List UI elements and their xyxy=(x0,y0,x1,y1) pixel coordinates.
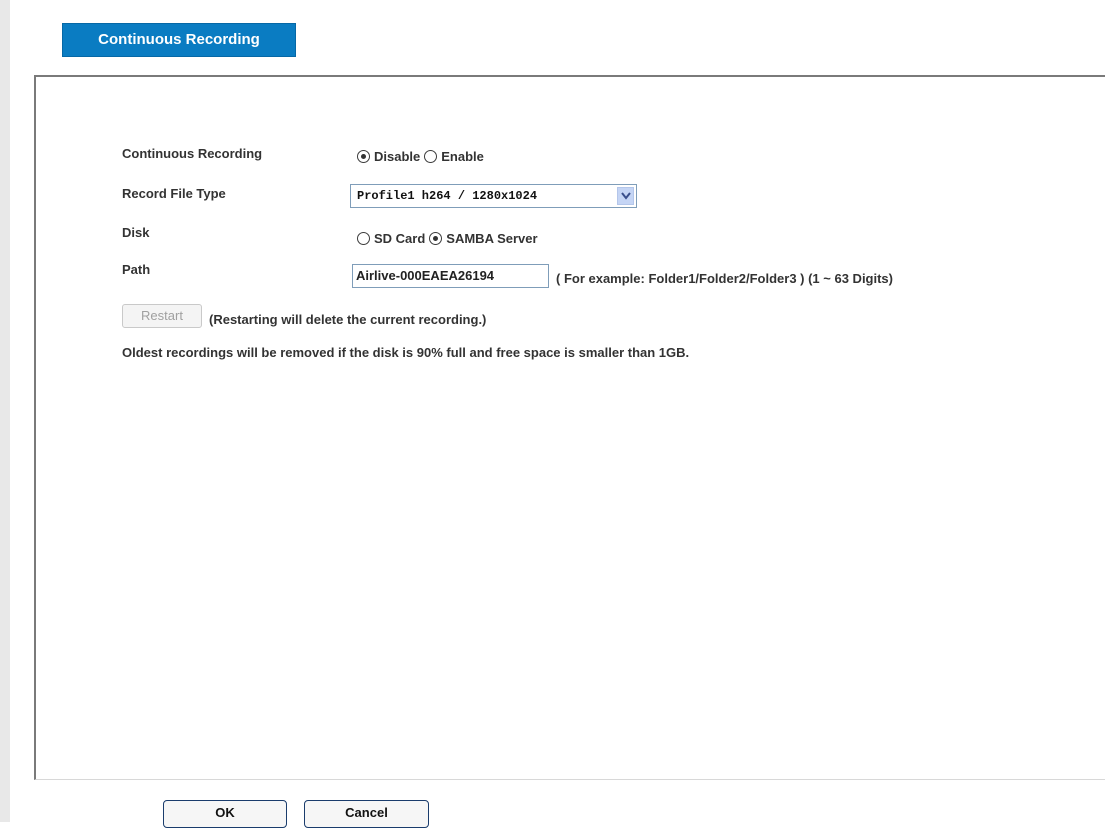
disable-radio[interactable] xyxy=(357,150,370,163)
record-file-type-selected-value: Profile1 h264 / 1280x1024 xyxy=(357,189,538,203)
sd-card-radio-label: SD Card xyxy=(374,231,426,246)
record-file-type-select[interactable]: Profile1 h264 / 1280x1024 xyxy=(350,184,637,208)
disk-radio-group: SD Card SAMBA Server xyxy=(357,231,542,246)
tab-continuous-recording[interactable]: Continuous Recording xyxy=(62,23,296,57)
enable-radio[interactable] xyxy=(424,150,438,163)
continuous-recording-radio-group: Disable Enable xyxy=(357,149,488,164)
path-hint: ( For example: Folder1/Folder2/Folder3 )… xyxy=(556,271,893,286)
enable-radio-label: Enable xyxy=(441,149,484,164)
oldest-recordings-note: Oldest recordings will be removed if the… xyxy=(122,345,690,360)
samba-server-radio-label: SAMBA Server xyxy=(446,231,538,246)
continuous-recording-label: Continuous Recording xyxy=(122,146,263,161)
select-arrow-button[interactable] xyxy=(617,187,634,205)
sd-card-radio[interactable] xyxy=(357,232,370,245)
record-file-type-label: Record File Type xyxy=(122,186,226,201)
disable-radio-label: Disable xyxy=(374,149,421,164)
ok-button[interactable]: OK xyxy=(163,800,287,828)
restart-note: (Restarting will delete the current reco… xyxy=(209,312,487,327)
disk-label: Disk xyxy=(122,225,150,240)
samba-server-radio[interactable] xyxy=(429,232,443,245)
left-sidebar-strip xyxy=(0,0,10,822)
cancel-button[interactable]: Cancel xyxy=(304,800,429,828)
chevron-down-icon xyxy=(621,192,631,200)
path-input[interactable]: Airlive-000EAEA26194 xyxy=(352,264,549,288)
settings-panel xyxy=(34,75,1105,780)
restart-button[interactable]: Restart xyxy=(122,304,202,328)
path-label: Path xyxy=(122,262,151,277)
